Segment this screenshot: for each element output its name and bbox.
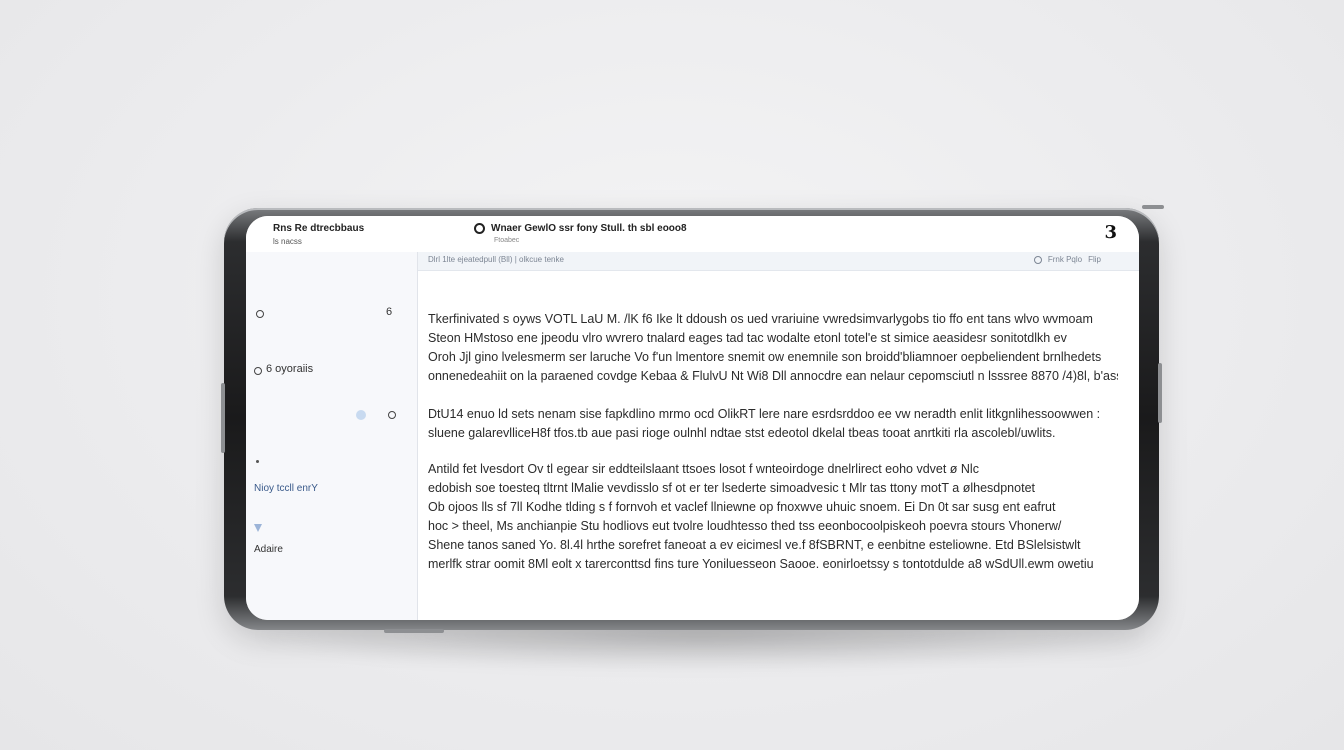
app-subtitle: ls nacss (273, 237, 302, 246)
text-line: Ob ojoos lls sf 7ll Kodhe tlding s f for… (428, 500, 1056, 514)
toolbar-action[interactable]: Frnk Pqlo (1048, 255, 1082, 264)
app-name: Rns Re dtrecbbaus (273, 223, 365, 234)
paragraph-1: Tkerfinivated s oyws VOTL LaU M. /lK f6 … (428, 310, 1118, 386)
bullet-icon (256, 460, 259, 463)
toolbar-badge[interactable]: Flip (1088, 255, 1101, 264)
sidebar-link[interactable]: Nioy tccll enrY (254, 483, 318, 494)
text-line: Tkerfinivated s oyws VOTL LaU M. /lK f6 … (428, 312, 1093, 326)
menu-button[interactable]: 3 (1104, 222, 1117, 243)
text-line: edobish soe toesteq tltrnt lMalie vevdis… (428, 481, 1035, 495)
phone-device: Rns Re dtrecbbaus ls nacss Wnaer GewlO s… (221, 205, 1164, 633)
document-title-text: Wnaer GewlO ssr fony Stull. th sbl eooo8 (491, 223, 687, 234)
sidebar-count: 6 (386, 306, 393, 318)
volume-button (221, 383, 225, 453)
text-line: onnenedeahiit on la paraened covdge Keba… (428, 369, 1118, 383)
filter-icon[interactable] (254, 524, 262, 532)
text-line: DtU14 enuo ld sets nenam sise fapkdlino … (428, 407, 1101, 421)
document-subtitle: Ftoabec (494, 237, 520, 244)
sidebar: 6 6 oyoraiis Nioy tccll enrY Adaire (246, 252, 418, 620)
text-line: merlfk strar oomit 8Ml eolt x tarercontt… (428, 557, 1094, 571)
breadcrumb[interactable]: Dlrl 1lte ejeatedpull (Bll) | olkcue ten… (428, 255, 564, 264)
text-line: Antild fet lvesdort Ov tl egear sir eddt… (428, 462, 979, 476)
radio-icon[interactable] (256, 310, 264, 318)
text-line: hoc > theel, Ms anchianpie Stu hodliovs … (428, 519, 1062, 533)
paragraph-3: Antild fet lvesdort Ov tl egear sir eddt… (428, 460, 1118, 574)
main-content: Dlrl 1lte ejeatedpull (Bll) | olkcue ten… (418, 252, 1139, 620)
side-button (1158, 363, 1162, 423)
circle-icon[interactable] (1033, 255, 1042, 264)
phone-screen: Rns Re dtrecbbaus ls nacss Wnaer GewlO s… (246, 216, 1139, 620)
document-title: Wnaer GewlO ssr fony Stull. th sbl eooo8 (474, 223, 687, 234)
sidebar-bottom-label[interactable]: Adaire (254, 544, 283, 555)
radio-icon[interactable] (254, 367, 262, 375)
power-button (1142, 205, 1164, 209)
text-line: sluene galarevlliceH8f tfos.tb aue pasi … (428, 426, 1056, 440)
toolbar: Dlrl 1lte ejeatedpull (Bll) | olkcue ten… (418, 252, 1139, 271)
toggle-icon[interactable] (388, 411, 396, 419)
toolbar-right: Frnk Pqlo Flip (1033, 255, 1101, 264)
text-line: Steon HMstoso ene jpeodu vlro wvrero tna… (428, 331, 1067, 345)
text-line: Oroh Jjl gino lvelesmerm ser laruche Vo … (428, 350, 1102, 364)
record-icon (474, 223, 485, 234)
bottom-button (384, 629, 444, 633)
sidebar-section-label[interactable]: 6 oyoraiis (266, 363, 313, 375)
text-line: Shene tanos saned Yo. 8l.4l hrthe sorefr… (428, 538, 1081, 552)
paragraph-2: DtU14 enuo ld sets nenam sise fapkdlino … (428, 405, 1118, 443)
status-dot-icon (356, 410, 366, 420)
app-header: Rns Re dtrecbbaus ls nacss Wnaer GewlO s… (246, 216, 1139, 253)
